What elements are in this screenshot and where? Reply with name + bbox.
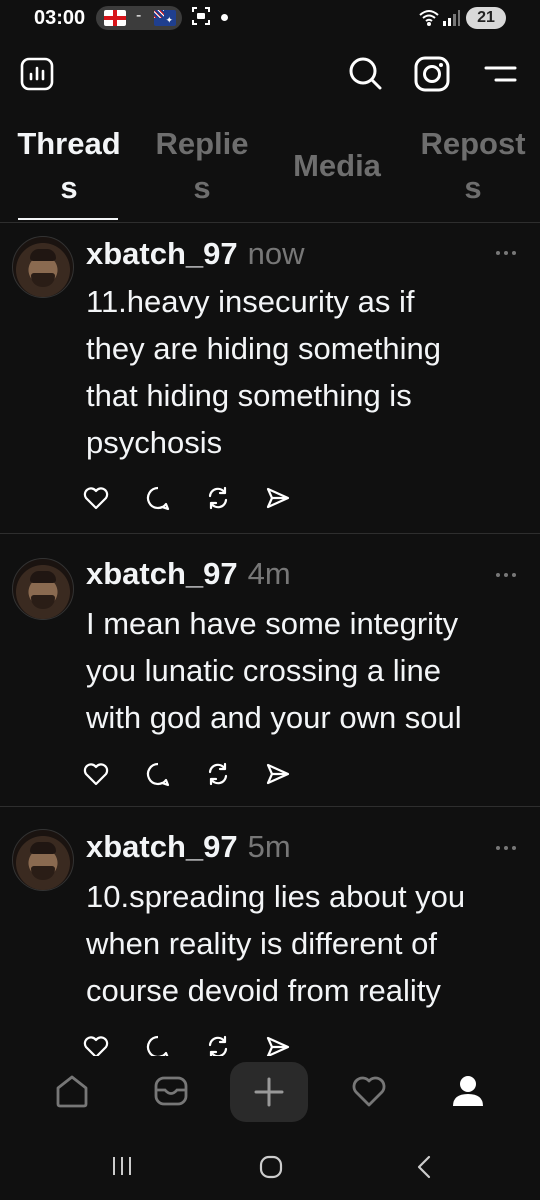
screenshot-icon <box>192 7 210 25</box>
menu-icon[interactable] <box>480 60 518 88</box>
share-icon[interactable] <box>264 484 292 512</box>
repost-icon[interactable] <box>204 1033 232 1056</box>
more-options-icon[interactable] <box>494 843 518 853</box>
battery-indicator: 21 <box>466 7 506 29</box>
bottom-navigation <box>0 1056 540 1132</box>
tab-replies[interactable]: Replie s <box>144 122 260 210</box>
home-icon[interactable] <box>53 1072 91 1110</box>
instagram-icon[interactable] <box>414 56 450 92</box>
tab-media[interactable]: Media <box>278 144 396 188</box>
repost-icon[interactable] <box>204 760 232 788</box>
status-time: 03:00 <box>34 7 86 29</box>
share-icon[interactable] <box>264 1033 292 1056</box>
active-tab-indicator <box>18 218 118 220</box>
reply-icon[interactable] <box>144 1033 172 1056</box>
post-actions <box>82 1033 322 1056</box>
notification-pill: - <box>96 6 182 30</box>
recent-apps-icon[interactable] <box>110 1154 134 1178</box>
post-text: I mean have some integrity you lunatic c… <box>86 600 516 741</box>
post-text-line: with god and your own soul <box>86 700 462 735</box>
post-actions <box>82 484 322 514</box>
like-icon[interactable] <box>82 760 110 788</box>
compose-button[interactable] <box>230 1062 308 1122</box>
tab-reposts-label-wrap: s <box>464 170 482 205</box>
system-navigation-bar <box>0 1132 540 1200</box>
activity-icon[interactable] <box>350 1072 388 1110</box>
status-bar: 03:00 - 21 <box>0 0 540 36</box>
score-dash: - <box>136 7 142 24</box>
post-text-line: they are hiding something <box>86 331 442 366</box>
more-options-icon[interactable] <box>494 248 518 258</box>
tab-reposts[interactable]: Repost s <box>410 122 536 210</box>
post-text-line: course devoid from reality <box>86 973 441 1008</box>
share-icon[interactable] <box>264 760 292 788</box>
thread-post[interactable]: xbatch_97 now 11.heavy insecurity as if t… <box>0 222 540 534</box>
username-text[interactable]: xbatch_97 <box>86 236 238 271</box>
threads-profile-screen: 03:00 - 21 <box>0 0 540 1200</box>
profile-icon[interactable] <box>449 1072 487 1110</box>
tab-threads-label-wrap: s <box>60 170 78 205</box>
tab-media-label: Media <box>293 148 381 183</box>
post-timestamp: 4m <box>247 556 291 591</box>
reply-icon[interactable] <box>144 484 172 512</box>
post-username[interactable]: xbatch_97 5m <box>86 827 291 867</box>
post-text-line: when reality is different of <box>86 926 437 961</box>
post-text-line: 10.spreading lies about you <box>86 879 466 914</box>
post-username[interactable]: xbatch_97 4m <box>86 554 291 594</box>
like-icon[interactable] <box>82 1033 110 1056</box>
post-text-line: that hiding something is <box>86 378 412 413</box>
tab-replies-label: Replie <box>155 126 249 161</box>
avatar[interactable] <box>12 236 74 298</box>
tab-reposts-label: Repost <box>420 126 526 161</box>
plus-icon <box>254 1077 284 1107</box>
repost-icon[interactable] <box>204 484 232 512</box>
post-text-line: 11.heavy insecurity as if <box>86 284 415 319</box>
post-text-line: you lunatic crossing a line <box>86 653 441 688</box>
battery-level: 21 <box>477 9 495 26</box>
insights-icon[interactable] <box>20 57 54 91</box>
thread-post[interactable]: xbatch_97 4m I mean have some integrity y… <box>0 534 540 807</box>
australia-flag-icon <box>154 10 176 26</box>
tab-threads[interactable]: Thread s <box>8 122 130 210</box>
inbox-icon[interactable] <box>152 1072 190 1110</box>
username-text[interactable]: xbatch_97 <box>86 556 238 591</box>
signal-icon <box>443 10 460 26</box>
like-icon[interactable] <box>82 484 110 512</box>
post-timestamp: 5m <box>247 829 291 864</box>
notification-dot-icon <box>221 14 228 21</box>
tab-replies-label-wrap: s <box>193 170 211 205</box>
post-text-line: psychosis <box>86 425 223 460</box>
england-flag-icon <box>104 10 126 26</box>
post-actions <box>82 760 322 790</box>
wifi-icon <box>419 10 439 26</box>
post-text: 10.spreading lies about you when reality… <box>86 873 516 1014</box>
thread-post[interactable]: xbatch_97 5m 10.spreading lies about you … <box>0 807 540 1056</box>
search-icon[interactable] <box>348 56 382 90</box>
reply-icon[interactable] <box>144 760 172 788</box>
back-icon[interactable] <box>414 1154 434 1180</box>
home-system-icon[interactable] <box>258 1154 284 1180</box>
username-text[interactable]: xbatch_97 <box>86 829 238 864</box>
tab-threads-label: Thread <box>17 126 121 161</box>
post-text: 11.heavy insecurity as if they are hidin… <box>86 278 516 466</box>
post-username[interactable]: xbatch_97 now <box>86 234 305 274</box>
profile-tabs: Thread s Replie s Media Repost s <box>0 118 540 223</box>
avatar[interactable] <box>12 558 74 620</box>
more-options-icon[interactable] <box>494 570 518 580</box>
avatar[interactable] <box>12 829 74 891</box>
post-text-line: I mean have some integrity <box>86 606 459 641</box>
post-timestamp: now <box>247 236 305 271</box>
